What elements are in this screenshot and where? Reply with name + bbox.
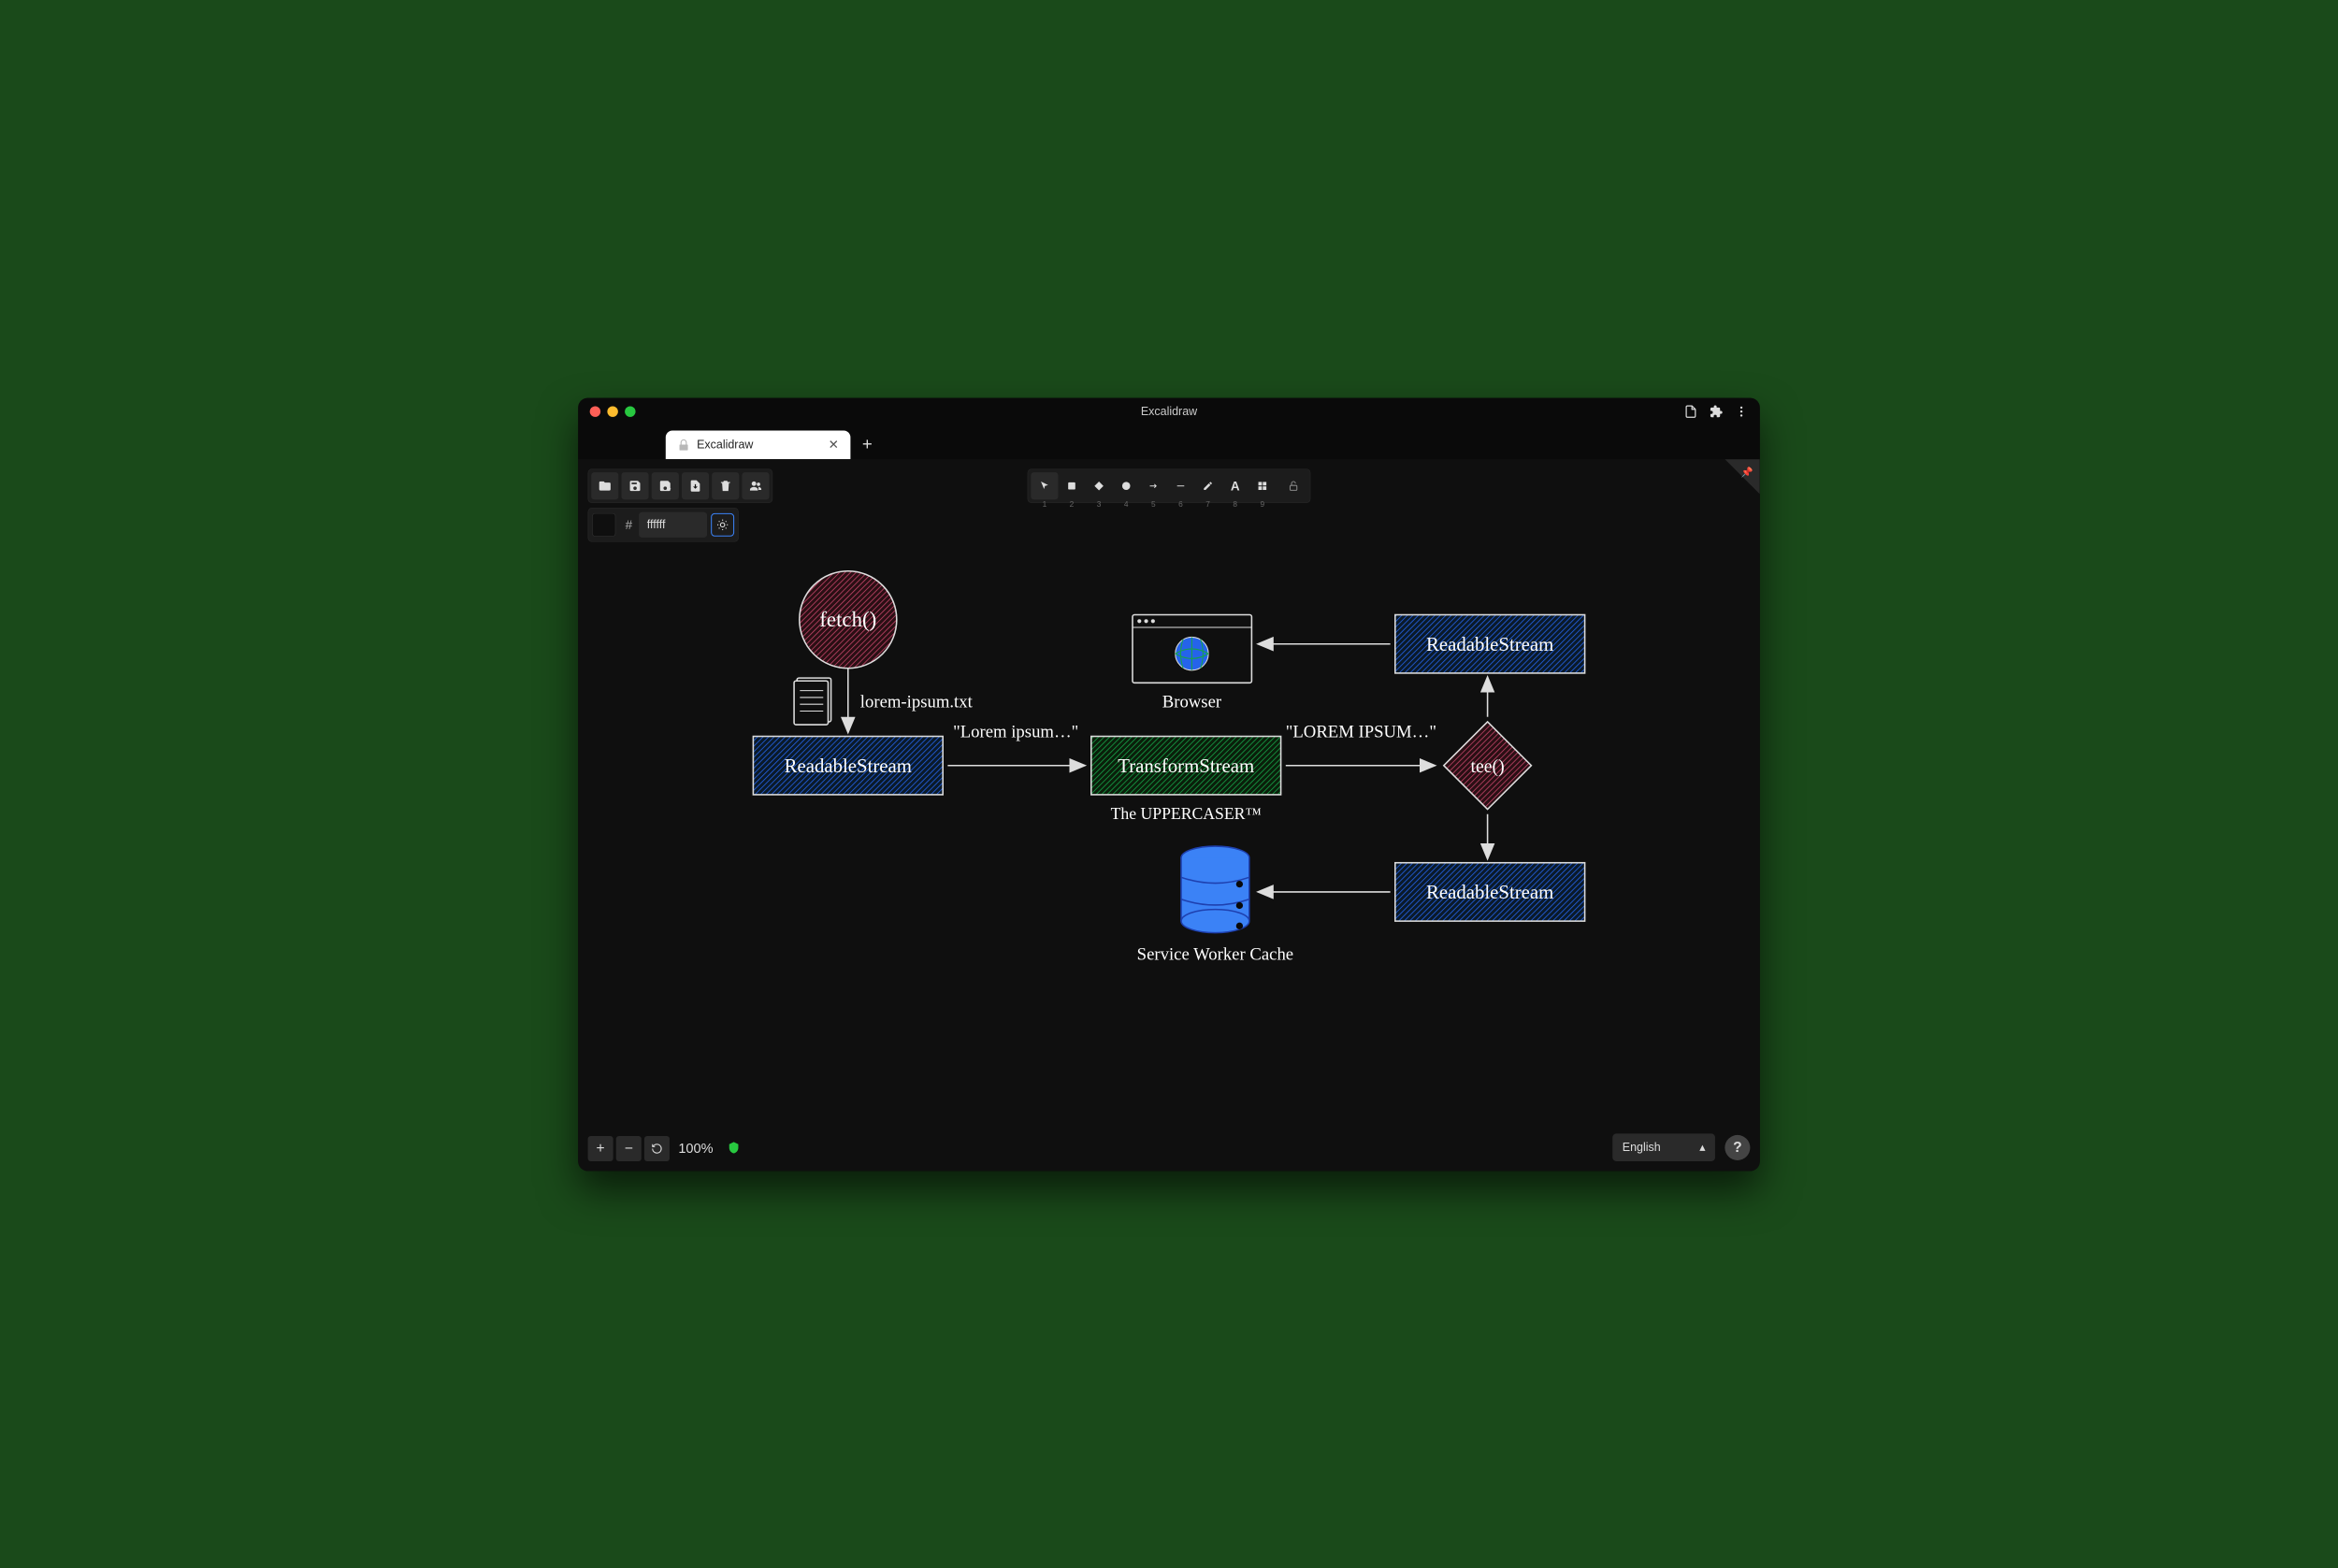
svg-text:ReadableStream: ReadableStream bbox=[1426, 634, 1553, 655]
diagram-transform-sub: The UPPERCASER™ bbox=[1111, 803, 1262, 822]
language-select[interactable]: English ▴ bbox=[1612, 1133, 1715, 1161]
tab-favicon-icon bbox=[677, 439, 690, 452]
shield-icon bbox=[727, 1140, 741, 1156]
browser-tab[interactable]: Excalidraw ✕ bbox=[666, 430, 851, 459]
excalidraw-app: # 1 2 3 4 bbox=[578, 459, 1760, 1171]
page-icon[interactable] bbox=[1684, 404, 1698, 418]
maximize-window-button[interactable] bbox=[625, 406, 635, 416]
diagram-file-icon[interactable] bbox=[794, 678, 831, 725]
zoom-bar: + − 100% bbox=[588, 1135, 741, 1160]
minimize-window-button[interactable] bbox=[607, 406, 617, 416]
diagram-transform[interactable]: TransformStream bbox=[1091, 736, 1281, 794]
zoom-reset-button[interactable] bbox=[644, 1135, 670, 1160]
zoom-percent: 100% bbox=[672, 1141, 719, 1157]
tab-bar: Excalidraw ✕ + bbox=[578, 424, 1760, 458]
svg-text:fetch(): fetch() bbox=[819, 608, 876, 631]
diagram-cache-label: Service Worker Cache bbox=[1137, 944, 1293, 964]
browser-window: Excalidraw Excalidraw ✕ + bbox=[578, 397, 1760, 1171]
svg-text:ReadableStream: ReadableStream bbox=[785, 755, 912, 777]
svg-text:tee(): tee() bbox=[1471, 756, 1505, 777]
diagram-tee[interactable]: tee() bbox=[1444, 721, 1532, 809]
traffic-lights bbox=[590, 406, 636, 416]
overflow-menu-icon[interactable] bbox=[1735, 404, 1749, 418]
bottom-right-panel: English ▴ ? bbox=[1612, 1133, 1750, 1161]
extensions-icon[interactable] bbox=[1710, 404, 1724, 418]
diagram-readable-1[interactable]: ReadableStream bbox=[753, 736, 943, 794]
diagram-readable-3[interactable]: ReadableStream bbox=[1395, 862, 1585, 920]
title-bar: Excalidraw bbox=[578, 397, 1760, 424]
canvas[interactable]: fetch() lorem-ipsum.txt ReadableStream "… bbox=[578, 459, 1760, 1149]
tab-label: Excalidraw bbox=[697, 438, 753, 452]
zoom-in-button[interactable]: + bbox=[588, 1135, 613, 1160]
diagram-browser-icon[interactable] bbox=[1133, 614, 1251, 683]
zoom-out-button[interactable]: − bbox=[616, 1135, 642, 1160]
diagram-fetch-node[interactable]: fetch() bbox=[800, 570, 897, 668]
new-tab-button[interactable]: + bbox=[850, 434, 884, 459]
diagram-readable-2[interactable]: ReadableStream bbox=[1395, 614, 1585, 672]
diagram-lorem-upper: "LOREM IPSUM…" bbox=[1286, 722, 1436, 741]
diagram-lorem-lower: "Lorem ipsum…" bbox=[953, 722, 1078, 741]
svg-text:TransformStream: TransformStream bbox=[1118, 755, 1254, 777]
close-window-button[interactable] bbox=[590, 406, 600, 416]
chevron-up-icon: ▴ bbox=[1699, 1140, 1705, 1154]
diagram-browser-label: Browser bbox=[1162, 692, 1222, 712]
svg-text:ReadableStream: ReadableStream bbox=[1426, 882, 1553, 903]
diagram-cache-icon[interactable] bbox=[1181, 846, 1249, 933]
window-title: Excalidraw bbox=[1141, 404, 1197, 418]
diagram-file-label: lorem-ipsum.txt bbox=[860, 692, 974, 712]
help-button[interactable]: ? bbox=[1725, 1134, 1750, 1159]
tab-close-icon[interactable]: ✕ bbox=[829, 437, 839, 452]
